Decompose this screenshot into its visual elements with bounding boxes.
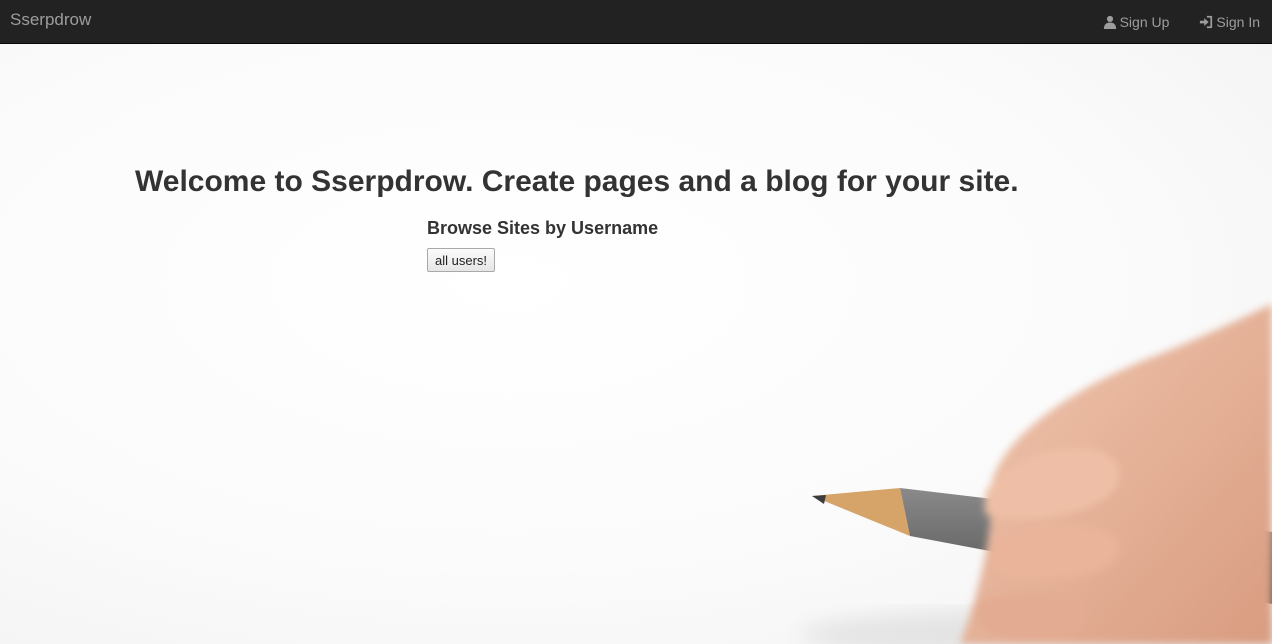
page-headline: Welcome to Sserpdrow. Create pages and a… xyxy=(135,165,1019,198)
sign-in-icon xyxy=(1200,15,1213,29)
sign-up-link[interactable]: Sign Up xyxy=(1103,14,1170,30)
browse-sites-heading: Browse Sites by Username xyxy=(427,218,659,238)
sign-up-label: Sign Up xyxy=(1119,14,1170,30)
nav-right: Sign Up Sign In xyxy=(1073,0,1260,44)
sign-in-link[interactable]: Sign In xyxy=(1199,14,1260,30)
navbar: Sserpdrow Sign Up Sign In xyxy=(0,0,1272,44)
hero-section: Welcome to Sserpdrow. Create pages and a… xyxy=(0,44,1272,644)
user-icon xyxy=(1103,15,1116,29)
sign-in-label: Sign In xyxy=(1216,14,1260,30)
all-users-button[interactable]: all users! xyxy=(427,248,496,272)
hand-with-pencil-image xyxy=(800,304,1272,644)
brand-link[interactable]: Sserpdrow xyxy=(10,10,91,30)
